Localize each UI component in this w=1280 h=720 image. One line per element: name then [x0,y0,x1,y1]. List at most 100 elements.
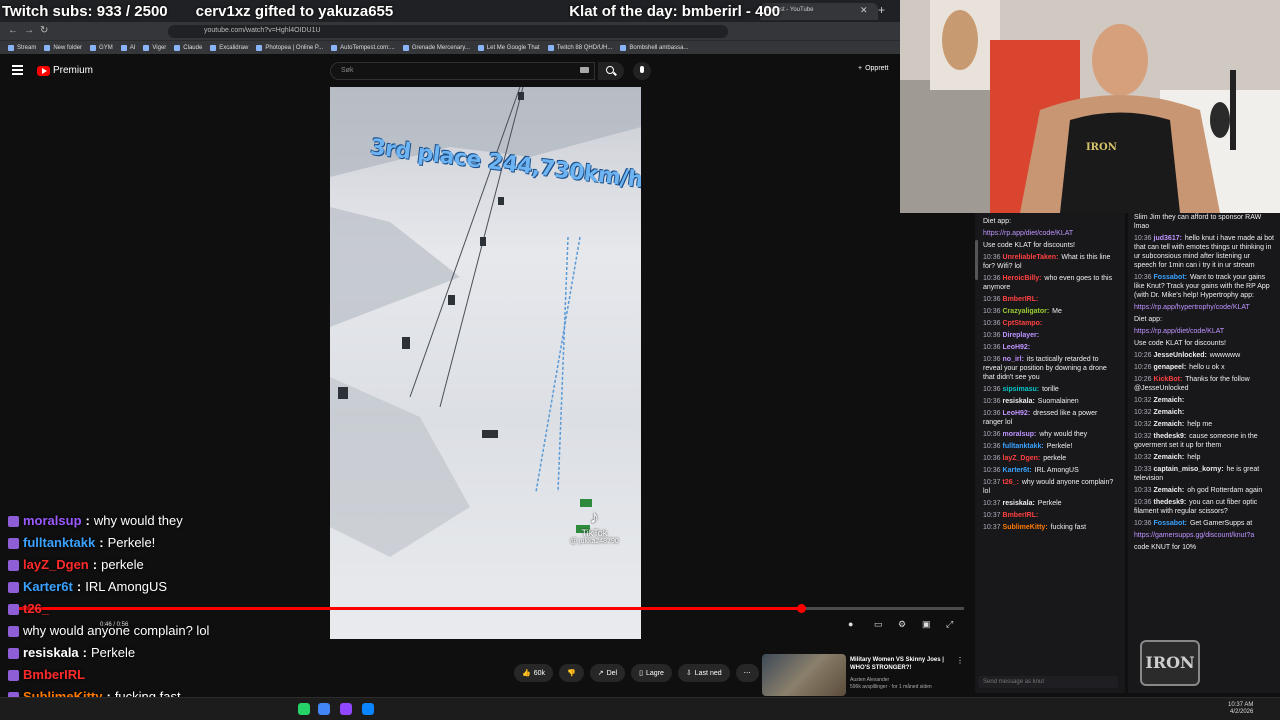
chat-username[interactable]: Direplayer: [1003,332,1040,339]
chat-username[interactable]: captain_miso_korny: [1154,466,1224,473]
chat-username[interactable]: sipsimasu: [1003,386,1040,393]
bookmark-item[interactable]: AI [120,44,135,51]
chat-username[interactable]: Fossabot: [1154,274,1187,281]
bookmark-item[interactable]: New folder [44,44,82,51]
chat-username[interactable]: thedesk9: [1154,499,1187,506]
bookmark-label: GYM [99,44,113,51]
chat-timestamp: 10:26 [1134,352,1152,359]
bookmark-item[interactable]: Stream [8,44,36,51]
chat-message: 10:36 Fossabot: Want to track your gains … [1134,273,1274,300]
chat-username[interactable]: jud3617: [1154,235,1182,242]
file-explorer-icon[interactable] [362,703,374,715]
chat-username[interactable]: Zemaich: [1154,454,1185,461]
chat-message: https://gamersupps.gg/discount/knut?a [1134,531,1274,540]
chat-text: https://rp.app/hypertrophy/code/KLAT [1134,304,1250,311]
progress-knob[interactable] [797,604,807,613]
chat-username[interactable]: thedesk9: [1154,433,1187,440]
create-button[interactable]: + Opprett [858,65,888,72]
bookmark-item[interactable]: Twitch 88 QHD/UH... [547,44,612,51]
chat-username[interactable]: KickBot: [1154,376,1183,383]
chat-scrollbar[interactable] [975,240,978,280]
youtube-logo-icon[interactable] [37,66,50,76]
dislike-button[interactable]: 👎 [559,664,584,682]
chat-username[interactable]: fulltanktakk: [1003,443,1044,450]
reload-icon[interactable]: ↻ [40,25,48,36]
like-button[interactable]: 👍 60k [514,664,554,682]
chat-username[interactable]: resiskala: [1003,500,1035,507]
chat-username[interactable]: t26_: [1003,479,1019,486]
bookmark-item[interactable]: GYM [90,44,113,51]
video-player[interactable]: 3rd place 244,730km/h ♪ TikTok @ jukka24… [330,87,641,639]
mic-button[interactable] [633,62,651,80]
bookmark-item[interactable]: Viger [143,44,166,51]
keyboard-icon[interactable] [580,67,589,73]
chat-input[interactable]: Send message as knut [978,676,1118,688]
chat-username[interactable]: LeoH92: [1003,344,1031,351]
chat-username[interactable]: genapeel: [1154,364,1187,371]
bookmark-item[interactable]: Grenade Mercenary... [402,44,470,51]
settings-gear-icon[interactable]: ⚙ [898,619,906,630]
chat-username[interactable]: resiskala: [1003,398,1035,405]
download-button[interactable]: ⇩ Last ned [677,664,730,682]
bookmark-item[interactable]: Let Me Google That [477,44,540,51]
chat-message: 10:37 resiskala: Perkele [983,499,1119,508]
bookmark-item[interactable]: Excalidraw [210,44,248,51]
chat-message: 10:32 Zemaich: help [1134,453,1274,462]
chrome-icon[interactable] [318,703,330,715]
subtitles-icon[interactable]: ▭ [874,619,883,630]
chat-username[interactable]: Zemaich: [1154,421,1185,428]
youtube-brand[interactable]: Premium [53,65,93,76]
bookmark-item[interactable]: Photopea | Online P... [256,44,324,51]
chat-username[interactable]: Zemaich: [1154,397,1185,404]
chat-message: 10:36 no_irl: its tactically retarded to … [983,355,1119,382]
chat-username[interactable]: JesseUnlocked: [1154,352,1207,359]
chat-username[interactable]: Crazyaligator: [1003,308,1050,315]
recommended-title[interactable]: Military Women VS Skinny Joes | WHO'S ST… [850,656,955,672]
share-button[interactable]: ↗ Del [589,664,626,682]
bookmark-favicon-icon [8,44,14,51]
chat-message: 10:36 layZ_Dgen: perkele [983,454,1119,463]
chat-message: Diet app: [1134,315,1274,324]
chat-username[interactable]: no_irl: [1003,356,1024,363]
chat-username[interactable]: BmberIRL: [1003,512,1039,519]
menu-icon[interactable] [12,65,23,75]
fullscreen-icon[interactable]: ⤢ [946,619,953,630]
url-field[interactable]: youtube.com/watch?v=Hghl4OIDU1U [168,25,728,38]
bookmark-item[interactable]: Claude [174,44,202,51]
bookmark-favicon-icon [120,44,127,51]
chat-username[interactable]: UnreliableTaken: [1003,254,1059,261]
autoplay-icon[interactable]: ● [848,619,853,629]
save-button[interactable]: ▯ Lagre [631,664,672,682]
overlay-chat-username: moralsup [23,513,82,528]
chat-timestamp: 10:36 [983,386,1001,393]
chat-username[interactable]: BmberIRL: [1003,296,1039,303]
more-horizontal-icon: ⋯ [743,670,751,677]
search-button[interactable] [598,62,624,80]
chat-username[interactable]: LeoH92: [1003,410,1031,417]
forward-arrow-icon[interactable]: → [24,25,34,36]
whatsapp-icon[interactable] [298,703,310,715]
chat-username[interactable]: HeroicBilly: [1003,275,1042,282]
chat-username[interactable]: SublimeKitty: [1003,524,1048,531]
chat-username[interactable]: moralsup: [1003,431,1037,438]
more-actions-button[interactable]: ⋯ [735,664,759,682]
recommended-thumbnail[interactable] [762,654,846,696]
chat-username[interactable]: Zemaich: [1154,409,1185,416]
theater-icon[interactable]: ▣ [922,619,931,630]
bookmark-item[interactable]: AutoTempest.com:... [331,44,395,51]
chat-username[interactable]: Zemaich: [1154,487,1185,494]
search-input[interactable]: Søk [330,62,595,80]
twitch-icon[interactable] [340,703,352,715]
chat-username[interactable]: CptStampo: [1003,320,1043,327]
more-vertical-icon[interactable]: ⋮ [956,656,964,665]
bookmark-label: Photopea | Online P... [265,44,324,51]
chat-timestamp: 10:32 [1134,454,1152,461]
chat-username[interactable]: layZ_Dgen: [1003,455,1041,462]
chat-username[interactable]: Fossabot: [1154,520,1187,527]
chat-text: Diet app: [1134,316,1163,323]
chat-username[interactable]: Karter6t: [1003,467,1032,474]
bookmark-item[interactable]: Bombshell ambassa... [620,44,688,51]
back-arrow-icon[interactable]: ← [8,25,18,36]
taskbar-clock[interactable]: 10:37 AM 4/2/2026 [1228,702,1253,716]
chat-message: 10:37 BmberIRL: [983,511,1119,520]
